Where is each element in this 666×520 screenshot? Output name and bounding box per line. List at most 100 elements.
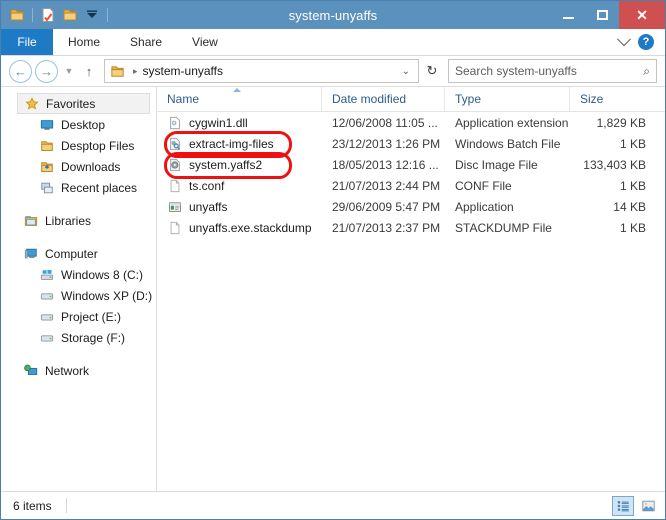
column-header-row: Name Date modified Type Size (157, 87, 665, 112)
sidebar-item-label: Desktop (61, 117, 106, 132)
sidebar-item-desptop-files[interactable]: Desptop Files (1, 135, 156, 156)
file-date-cell: 12/06/2008 11:05 ... (332, 115, 438, 130)
file-name-cell[interactable]: unyaffs (157, 196, 322, 217)
file-type-cell: CONF File (455, 178, 512, 193)
item-count-label: 6 items (13, 498, 52, 513)
file-name-cell[interactable]: extract-img-files (157, 133, 322, 154)
tab-file[interactable]: File (1, 29, 53, 55)
sidebar-item-recent-places[interactable]: Recent places (1, 177, 156, 198)
sidebar-item-desktop[interactable]: Desktop (1, 114, 156, 135)
column-header-type[interactable]: Type (445, 87, 570, 111)
file-name-cell[interactable]: cygwin1.dll (157, 112, 322, 133)
tab-view[interactable]: View (177, 29, 233, 55)
file-date-cell: 18/05/2013 12:16 ... (332, 157, 439, 172)
file-type-cell: Application (455, 199, 514, 214)
sidebar-item-storage-f[interactable]: Storage (F:) (1, 327, 156, 348)
toolbar-separator (32, 8, 33, 22)
column-header-size[interactable]: Size (570, 87, 662, 111)
file-name-label: unyaffs (189, 199, 228, 214)
sidebar-item-downloads[interactable]: Downloads (1, 156, 156, 177)
file-name-label: extract-img-files (189, 136, 274, 151)
minimize-button[interactable] (551, 1, 585, 29)
tab-home[interactable]: Home (53, 29, 115, 55)
sidebar-item-label: Computer (45, 246, 98, 261)
file-size-cell: 1 KB (619, 178, 646, 193)
file-date-cell: 29/06/2009 5:47 PM (332, 199, 441, 214)
close-button[interactable]: ✕ (619, 1, 665, 29)
file-date-cell: 23/12/2013 1:26 PM (332, 136, 441, 151)
file-name-cell[interactable]: system.yaffs2 (157, 154, 322, 175)
file-size-cell: 133,403 KB (583, 157, 646, 172)
file-size-cell: 1 KB (619, 136, 646, 151)
title-bar: system-unyaffs ✕ (1, 1, 665, 29)
file-type-cell: STACKDUMP File (455, 220, 552, 235)
sidebar-item-windows-8-c[interactable]: Windows 8 (C:) (1, 264, 156, 285)
table-row[interactable]: extract-img-files 23/12/2013 1:26 PM Win… (157, 133, 665, 154)
file-size-cell: 1 KB (619, 220, 646, 235)
file-size-cell: 1,829 KB (596, 115, 646, 130)
search-icon: ⌕ (643, 63, 650, 78)
sidebar-item-project-e[interactable]: Project (E:) (1, 306, 156, 327)
search-input[interactable]: Search system-unyaffs (455, 64, 643, 78)
sidebar-item-label: Storage (F:) (61, 330, 126, 345)
customize-dropdown-icon[interactable] (83, 6, 101, 24)
file-type-cell: Windows Batch File (455, 136, 561, 151)
sidebar-item-computer[interactable]: Computer (1, 243, 156, 264)
details-view-button[interactable] (612, 495, 634, 516)
help-icon[interactable]: ? (638, 34, 654, 50)
column-header-name[interactable]: Name (157, 87, 322, 111)
table-row[interactable]: system.yaffs2 18/05/2013 12:16 ... Disc … (157, 154, 665, 175)
sidebar-item-label: Recent places (61, 180, 138, 195)
drive-icon (39, 288, 55, 304)
file-name-cell[interactable]: ts.conf (157, 175, 322, 196)
column-header-date-modified[interactable]: Date modified (322, 87, 445, 111)
breadcrumb-current-folder[interactable]: system-unyaffs (143, 64, 223, 78)
maximize-icon (596, 10, 608, 20)
desktop-icon (39, 117, 55, 133)
breadcrumb-dropdown-icon[interactable]: ⌄ (397, 66, 415, 77)
application-icon (167, 199, 183, 215)
tab-share[interactable]: Share (115, 29, 177, 55)
folder-icon[interactable] (8, 6, 26, 24)
breadcrumb-separator-icon: ▸ (133, 65, 138, 76)
up-button[interactable]: ↑ (80, 64, 98, 79)
sidebar-item-label: Libraries (45, 213, 92, 228)
table-row[interactable]: ts.conf 21/07/2013 2:44 PM CONF File 1 K… (157, 175, 665, 196)
sidebar-item-label: Windows 8 (C:) (61, 267, 144, 282)
maximize-button[interactable] (585, 1, 619, 29)
explorer-window: system-unyaffs ✕ File Home Share View ? … (0, 0, 666, 520)
sidebar-item-network[interactable]: Network (1, 360, 156, 381)
table-row[interactable]: unyaffs.exe.stackdump 21/07/2013 2:37 PM… (157, 217, 665, 238)
minimize-icon (562, 17, 574, 19)
file-name-cell[interactable]: unyaffs.exe.stackdump (157, 217, 322, 238)
file-type-cell: Disc Image File (455, 157, 538, 172)
properties-icon[interactable] (39, 6, 57, 24)
file-rows: cygwin1.dll 12/06/2008 11:05 ... Applica… (157, 112, 665, 491)
chevron-down-icon[interactable] (616, 32, 632, 47)
back-button[interactable]: ← (9, 59, 32, 83)
sidebar-item-label: Desptop Files (61, 138, 135, 153)
sidebar-item-libraries[interactable]: Libraries (1, 210, 156, 231)
sidebar-item-favorites[interactable]: Favorites (17, 93, 150, 114)
sidebar-item-label: Windows XP (D:) (61, 288, 153, 303)
downloads-icon (39, 159, 55, 175)
forward-button[interactable]: → (35, 59, 58, 83)
sidebar-item-windows-xp-d[interactable]: Windows XP (D:) (1, 285, 156, 306)
address-bar: ← → ▼ ↑ ▸ system-unyaffs ⌄ ↻ Search syst… (1, 56, 665, 86)
table-row[interactable]: unyaffs 29/06/2009 5:47 PM Application 1… (157, 196, 665, 217)
refresh-button[interactable]: ↻ (422, 60, 442, 82)
status-separator (65, 498, 67, 513)
file-name-label: cygwin1.dll (189, 115, 248, 130)
recent-locations-button[interactable]: ▼ (61, 66, 77, 76)
folder-icon (110, 64, 125, 79)
search-box[interactable]: Search system-unyaffs ⌕ (448, 59, 657, 83)
file-name-label: ts.conf (189, 178, 225, 193)
windows-drive-icon (39, 267, 55, 283)
large-icons-view-button[interactable] (637, 496, 659, 516)
window-controls: ✕ (551, 1, 665, 29)
new-folder-icon[interactable] (61, 6, 79, 24)
computer-icon (23, 246, 39, 262)
breadcrumb-bar[interactable]: ▸ system-unyaffs ⌄ (104, 59, 419, 83)
table-row[interactable]: cygwin1.dll 12/06/2008 11:05 ... Applica… (157, 112, 665, 133)
